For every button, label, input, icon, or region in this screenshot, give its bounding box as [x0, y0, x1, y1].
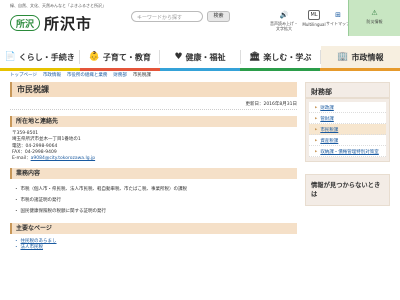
- list-item: 国民健康保険税の税額に関する証明の発行: [14, 206, 297, 217]
- list-item: 市税（個人市・県民税、法人市民税、軽自動車税、市たばこ税、事業所税）の課税: [14, 184, 297, 195]
- disaster-info-label: 防災情報: [366, 19, 383, 24]
- building-icon: 🏢: [337, 52, 349, 62]
- sidebar-item-label: 収納課・債権管理特別対策室: [320, 150, 379, 155]
- breadcrumb-link[interactable]: トップページ: [10, 72, 37, 78]
- address-block: 〒359-8501 埼玉県所沢市並木一丁目1番地の1 電話：04-2998-90…: [10, 131, 297, 162]
- department-menu: 財務部 財政課 管財課 市民税課 資産税課 収納課・債権管理特別対策室: [305, 82, 390, 162]
- nav-childcare-label: 子育て・教育: [102, 52, 151, 62]
- heart-icon: ♥: [174, 52, 183, 62]
- breadcrumb: トップページ 市政情報 市役所の組織と業務 財務部 市民税課: [10, 70, 390, 80]
- voice-text-tool[interactable]: 🔊 音声読み上げ・ 文字拡大: [268, 10, 300, 31]
- nav-city-admin[interactable]: 🏢 市政情報: [320, 46, 400, 68]
- location-heading: 所在地と連絡先: [10, 116, 297, 127]
- speaker-icon: 🔊: [279, 11, 289, 19]
- email-link[interactable]: a9084@city.tokorozawa.lg.jp: [31, 156, 96, 161]
- sitemap-icon: ⊞: [335, 11, 341, 19]
- site-tagline: 緑、自然、文化、天然みんなと「よきふるさと所沢」: [10, 3, 106, 8]
- list-item: 市税の諸証明の発行: [14, 195, 297, 206]
- sidebar-item-label: 資産税課: [320, 139, 339, 144]
- sidebar-item-property-management[interactable]: 管財課: [309, 113, 386, 124]
- global-nav: 📄 くらし・手続き 👶 子育て・教育 ♥ 健康・福祉 🏛 楽しむ・学ぶ 🏢 市政情報: [0, 46, 400, 68]
- page-title: 市民税課: [10, 82, 297, 97]
- breadcrumb-link[interactable]: 市政情報: [43, 72, 61, 78]
- divider: [10, 109, 297, 110]
- nav-enjoy[interactable]: 🏛 楽しむ・学ぶ: [240, 46, 320, 68]
- sidebar-item-label: 管財課: [320, 117, 334, 122]
- city-logo[interactable]: 所沢 所沢市: [10, 12, 100, 34]
- search-input[interactable]: キーワードから探す: [131, 11, 203, 22]
- document-icon: 📄: [4, 52, 16, 62]
- nav-enjoy-label: 楽しむ・学ぶ: [263, 52, 312, 62]
- city-emblem-icon: 所沢: [10, 15, 40, 31]
- breadcrumb-link[interactable]: 財務部: [113, 72, 127, 78]
- nav-health[interactable]: ♥ 健康・福祉: [160, 46, 240, 68]
- page-link[interactable]: 法人市民税: [21, 245, 44, 250]
- voice-text-label-2: 文字拡大: [276, 26, 292, 31]
- duties-list: 市税（個人市・県民税、法人市民税、軽自動車税、市たばこ税、事業所税）の課税 市税…: [10, 184, 297, 217]
- nav-childcare[interactable]: 👶 子育て・教育: [80, 46, 160, 68]
- sidebar-item-label: 財政課: [320, 106, 334, 111]
- main-pages-heading: 主要なページ: [10, 223, 297, 235]
- museum-icon: 🏛: [248, 52, 261, 62]
- nav-health-label: 健康・福祉: [185, 52, 226, 62]
- search-button[interactable]: 検索: [207, 11, 230, 22]
- nav-living-label: くらし・手続き: [18, 52, 75, 62]
- nav-living[interactable]: 📄 くらし・手続き: [0, 46, 80, 68]
- sidebar-item-finance[interactable]: 財政課: [309, 102, 386, 113]
- sidebar-item-resident-tax[interactable]: 市民税課: [309, 124, 386, 135]
- breadcrumb-current: 市民税課: [132, 73, 151, 78]
- help-box[interactable]: 情報が見つからないときは: [305, 174, 390, 206]
- updated-date: 更新日：2016年8月31日: [245, 102, 297, 107]
- sidebar-heading: 財務部: [306, 83, 389, 99]
- multilingual-label: Multilingual: [302, 22, 326, 27]
- sidebar: 財務部 財政課 管財課 市民税課 資産税課 収納課・債権管理特別対策室 情報が見…: [305, 82, 390, 206]
- sidebar-item-asset-tax[interactable]: 資産税課: [309, 135, 386, 146]
- sidebar-item-collection[interactable]: 収納課・債権管理特別対策室: [309, 146, 386, 157]
- sitemap-tool[interactable]: ⊞ サイトマップ: [326, 10, 350, 26]
- breadcrumb-link[interactable]: 市役所の組織と業務: [67, 72, 108, 78]
- email-label: E-mail：: [12, 156, 31, 162]
- sitemap-label: サイトマップ: [326, 21, 350, 26]
- baby-icon: 👶: [88, 52, 100, 62]
- sidebar-item-label: 市民税課: [320, 128, 339, 133]
- email-row: E-mail：a9084@city.tokorozawa.lg.jp: [12, 156, 297, 162]
- page-link[interactable]: 住民税のあらまし: [21, 239, 57, 244]
- city-name: 所沢市: [44, 14, 93, 33]
- main-content: 市民税課 更新日：2016年8月31日 所在地と連絡先 〒359-8501 埼玉…: [10, 82, 297, 251]
- multilingual-tool[interactable]: ML Multilingual: [300, 10, 328, 27]
- disaster-info-tool[interactable]: ⚠ 防災情報: [348, 0, 400, 36]
- main-pages-list: 住民税のあらまし 法人市民税: [10, 239, 297, 251]
- multilingual-icon: ML: [308, 10, 320, 20]
- warning-icon: ⚠: [371, 9, 378, 17]
- duties-heading: 業務内容: [10, 168, 297, 180]
- list-item[interactable]: 法人市民税: [14, 245, 297, 251]
- nav-city-admin-label: 市政情報: [351, 52, 384, 62]
